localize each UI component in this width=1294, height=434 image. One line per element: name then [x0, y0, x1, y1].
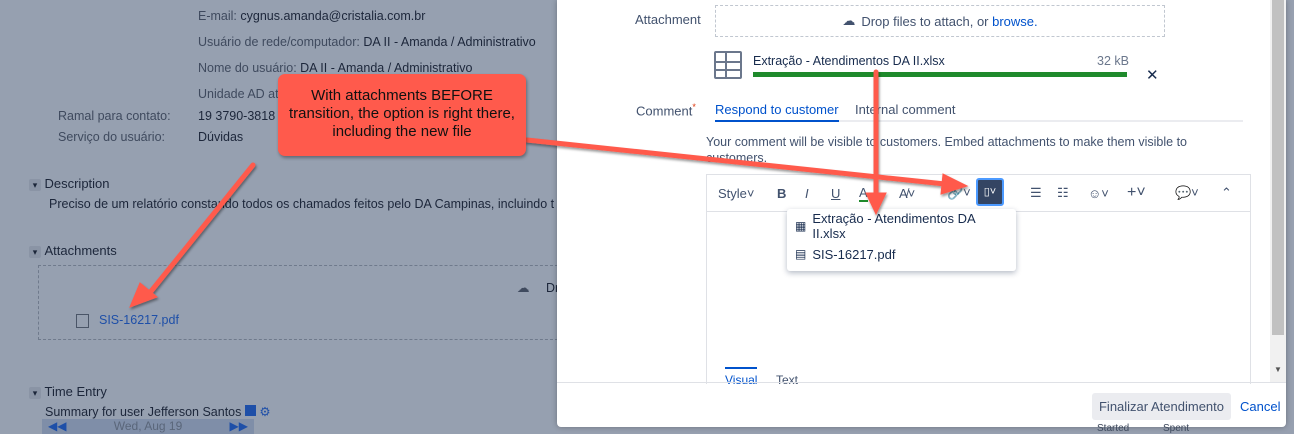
attachment-menu: ▦ Extração - Atendimentos DA II.xlsx ▤ SIS… [787, 209, 1016, 271]
pdf-file-icon [76, 314, 89, 328]
spreadsheet-file-icon [714, 51, 742, 79]
description-text: Preciso de um relatório constando todos … [49, 197, 555, 211]
italic-button[interactable]: I [805, 186, 809, 201]
bold-button[interactable]: B [777, 186, 786, 201]
chevron-down-icon: ▾ [29, 387, 41, 399]
attachment-button[interactable]: ▯˅ [976, 178, 1004, 206]
date-label: Wed, Aug 19 [113, 419, 183, 433]
attachments-dropzone[interactable]: ☁ Dr SIS-16217.pdf [38, 265, 568, 340]
browse-link[interactable]: browse. [992, 14, 1038, 29]
previous-icon[interactable]: ◀◀ [48, 419, 66, 433]
field-label: Usuário de rede/computador: [198, 35, 360, 49]
cloud-upload-icon: ☁ [842, 13, 856, 28]
footer-divider [557, 382, 1286, 383]
time-entry-header[interactable]: ▾ Time Entry [29, 384, 107, 399]
external-link-icon[interactable] [244, 405, 256, 416]
emoji-icon[interactable]: ☺˅ [1088, 186, 1109, 201]
gear-icon[interactable]: ⚙ [259, 405, 270, 419]
field-value: DA II - Amanda / Administrativo [300, 61, 473, 75]
comment-label: Comment [636, 103, 693, 119]
cancel-link[interactable]: Cancel [1240, 399, 1280, 414]
cloud-upload-icon: ☁ [517, 281, 530, 295]
field-label: Unidade AD at [198, 87, 279, 101]
insert-more-icon[interactable]: +˅ [1127, 184, 1146, 202]
attachments-header[interactable]: ▾ Attachments [29, 243, 117, 258]
tab-internal-comment[interactable]: Internal comment [855, 102, 955, 117]
editor-tab-visual[interactable]: Visual [725, 367, 758, 387]
field-label: Nome do usuário: [198, 61, 297, 75]
attachment-dropzone[interactable]: ☁ Drop files to attach, or browse. [715, 5, 1165, 37]
upload-file-size: 32 kB [1097, 54, 1129, 68]
editor-tab-text[interactable]: Text [776, 373, 798, 387]
next-icon[interactable]: ▶▶ [230, 419, 248, 433]
servico-value: Dúvidas [198, 130, 244, 144]
chevron-down-icon: ▾ [29, 179, 41, 191]
tab-respond-to-customer[interactable]: Respond to customer [715, 102, 839, 122]
column-header-started: Started [1097, 423, 1130, 434]
numbered-list-icon[interactable]: ☷ [1057, 185, 1069, 201]
text-color-button[interactable]: A [859, 185, 868, 202]
visibility-note: Your comment will be visible to customer… [706, 135, 1187, 162]
annotation-callout: With attachments BEFORE transition, the … [278, 74, 526, 156]
comment-editor[interactable]: Style˅ B I U A A̸˅ 🔗˅ ▯˅ ☰ ☷ ☺˅ +˅ 💬˅ ⌃ … [706, 174, 1251, 387]
mention-icon[interactable]: 💬˅ [1175, 185, 1199, 201]
text-effects-icon[interactable]: A̸˅ [899, 186, 915, 201]
bullet-list-icon[interactable]: ☰ [1030, 185, 1042, 201]
field-value: DA II - Amanda / Administrativo [363, 35, 536, 49]
attachment-label: Attachment [635, 12, 701, 27]
attachment-link[interactable]: SIS-16217.pdf [99, 313, 179, 327]
pdf-file-icon: ▤ [795, 247, 807, 261]
editor-toolbar: Style˅ B I U A A̸˅ 🔗˅ ▯˅ ☰ ☷ ☺˅ +˅ 💬˅ ⌃ [707, 175, 1250, 212]
ramal-label: Ramal para contato: [58, 109, 171, 123]
remove-attachment-icon[interactable]: ✕ [1146, 66, 1159, 84]
upload-file-name: Extração - Atendimentos DA II.xlsx [753, 54, 945, 68]
column-header-spent: Spent [1163, 423, 1190, 434]
field-label: E-mail: [198, 9, 237, 23]
collapse-toolbar-icon[interactable]: ⌃ [1221, 185, 1232, 201]
upload-progress-bar [753, 72, 1127, 77]
link-icon[interactable]: 🔗˅ [947, 185, 971, 201]
scrollbar[interactable]: ▼ [1270, 0, 1286, 383]
style-dropdown[interactable]: Style˅ [718, 186, 755, 201]
chevron-down-icon: ▾ [29, 246, 41, 258]
underline-button[interactable]: U [831, 186, 840, 201]
scroll-down-icon[interactable]: ▼ [1274, 365, 1282, 374]
time-entry-summary: Summary for user Jefferson Santos [45, 405, 242, 419]
attachment-menu-item[interactable]: ▦ Extração - Atendimentos DA II.xlsx [787, 211, 1016, 241]
field-value: cygnus.amanda@cristalia.com.br [240, 9, 426, 23]
description-header[interactable]: ▾ Description [29, 176, 110, 191]
background-issue-page: E-mail: cygnus.amanda@cristalia.com.br U… [0, 0, 568, 434]
attachment-menu-item[interactable]: ▤ SIS-16217.pdf [787, 240, 1016, 268]
spreadsheet-file-icon: ▦ [795, 219, 807, 233]
date-navigator[interactable]: ◀◀ Wed, Aug 19 ▶▶ [42, 419, 254, 434]
finalizar-atendimento-button[interactable]: Finalizar Atendimento [1092, 393, 1231, 420]
ramal-value: 19 3790-3818 [198, 109, 276, 123]
scrollbar-thumb[interactable] [1272, 0, 1284, 335]
servico-label: Serviço do usuário: [58, 130, 166, 144]
